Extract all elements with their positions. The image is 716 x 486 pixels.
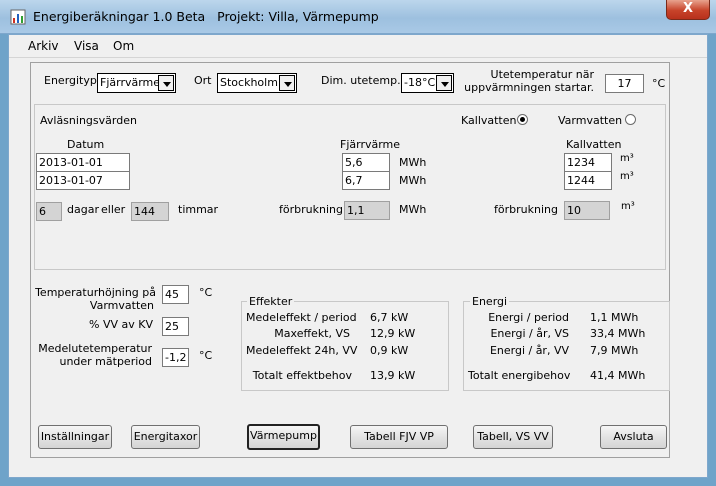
dim-utetemp-select[interactable]: -18°C xyxy=(401,73,454,93)
effekt-total-value: 13,9 kW xyxy=(370,369,416,382)
radio-kallvatten[interactable] xyxy=(517,114,528,125)
fjarrvarme-unit-1: MWh xyxy=(399,156,427,169)
datum-header: Datum xyxy=(67,138,105,151)
fjarrvarme-header: Fjärrvärme xyxy=(340,138,401,151)
fjv-forbrukning-unit: MWh xyxy=(399,203,427,216)
effekt-row-label: Medeleffekt / period xyxy=(246,311,357,324)
energi-row-value: 1,1 MWh xyxy=(590,311,639,324)
utetemp-label-line1: Utetemperatur när xyxy=(490,68,594,81)
energi-row-value: 33,4 MWh xyxy=(590,327,646,340)
kallvatten-unit-1: m³ xyxy=(620,153,634,164)
kv-forbrukning-unit: m³ xyxy=(621,201,635,212)
effekt-row-value: 6,7 kW xyxy=(370,311,409,324)
tabell-vs-vv-button[interactable]: Tabell, VS VV xyxy=(473,425,553,449)
hours-value: 144 xyxy=(131,202,169,221)
hours-label: timmar xyxy=(178,203,219,216)
menu-om[interactable]: Om xyxy=(113,39,134,53)
vv-input[interactable]: 25 xyxy=(162,317,189,336)
energi-row-value: 7,9 MWh xyxy=(590,344,639,357)
medel-input[interactable]: -1,2 xyxy=(162,348,189,367)
fjv-forbrukning-label: förbrukning xyxy=(279,203,343,216)
menu-visa[interactable]: Visa xyxy=(74,39,99,53)
medel-label-line2: under mätperiod xyxy=(59,355,152,368)
date-input-1[interactable]: 2013-01-01 xyxy=(36,153,130,172)
energi-row-label: Energi / år, VV xyxy=(489,344,569,357)
close-button[interactable]: X xyxy=(666,0,710,20)
energi-title: Energi xyxy=(470,295,510,308)
effekt-row-label: Medeleffekt 24h, VV xyxy=(246,344,358,357)
fjarrvarme-input-1[interactable]: 5,6 xyxy=(342,153,390,172)
effekt-row-value: 12,9 kW xyxy=(370,327,416,340)
energityp-label: Energityp xyxy=(44,74,97,87)
readings-title: Avläsningsvärden xyxy=(40,114,137,127)
radio-kallvatten-label: Kallvatten xyxy=(461,114,517,127)
days-label: dagar xyxy=(67,203,99,216)
energityp-value: Fjärrvärme xyxy=(100,76,161,89)
kv-forbrukning-value: 10 xyxy=(564,201,610,220)
radio-varmvatten-label: Varmvatten xyxy=(558,114,623,127)
chevron-down-icon[interactable] xyxy=(279,75,295,91)
energi-row-label: Energi / period xyxy=(488,311,569,324)
kallvatten-header: Kallvatten xyxy=(566,138,622,151)
temp-rise-unit: °C xyxy=(199,286,213,299)
kv-forbrukning-label: förbrukning xyxy=(494,203,558,216)
temp-rise-input[interactable]: 45 xyxy=(162,285,189,304)
date-input-2[interactable]: 2013-01-07 xyxy=(36,171,130,190)
medel-unit: °C xyxy=(199,349,213,362)
window-title: Energiberäkningar 1.0 Beta Projekt: Vill… xyxy=(33,9,379,24)
varmepump-button[interactable]: Värmepump xyxy=(247,424,320,450)
energi-row-label: Energi / år, VS xyxy=(490,327,569,340)
medel-label-line1: Medelutetemperatur xyxy=(38,342,152,355)
temp-rise-label-line1: Temperaturhöjning på xyxy=(35,286,156,299)
dim-utetemp-value: -18°C xyxy=(404,76,436,89)
dim-utetemp-label: Dim. utetemp. xyxy=(321,74,401,87)
eller-label: eller xyxy=(101,203,126,216)
energitaxor-button[interactable]: Energitaxor xyxy=(131,425,200,449)
chevron-down-icon[interactable] xyxy=(158,75,174,91)
effekt-row-value: 0,9 kW xyxy=(370,344,409,357)
app-icon xyxy=(10,9,26,25)
tabell-fjv-vp-button[interactable]: Tabell FJV VP xyxy=(350,425,448,449)
avsluta-button[interactable]: Avsluta xyxy=(600,425,667,449)
energi-total-value: 41,4 MWh xyxy=(590,369,646,382)
effekt-total-label: Totalt effektbehov xyxy=(252,369,352,382)
fjarrvarme-input-2[interactable]: 6,7 xyxy=(342,171,390,190)
fjv-forbrukning-value: 1,1 xyxy=(344,201,390,220)
utetemp-label-line2: uppvärmningen startar. xyxy=(464,81,594,94)
ort-select[interactable]: Stockholm xyxy=(217,73,297,93)
effekt-row-label: Maxeffekt, VS xyxy=(274,327,350,340)
vv-label: % VV av KV xyxy=(89,318,153,331)
ort-label: Ort xyxy=(194,74,212,87)
ort-value: Stockholm xyxy=(220,76,278,89)
kallvatten-input-2[interactable]: 1244 xyxy=(564,171,612,190)
utetemp-unit: °C xyxy=(652,77,666,90)
fjarrvarme-unit-2: MWh xyxy=(399,174,427,187)
radio-varmvatten[interactable] xyxy=(625,114,636,125)
menu-separator xyxy=(9,57,707,58)
utetemp-input[interactable]: 17 xyxy=(605,74,644,93)
chevron-down-icon[interactable] xyxy=(436,75,452,91)
installningar-button[interactable]: Inställningar xyxy=(38,425,112,449)
days-value: 6 xyxy=(36,202,62,221)
menu-arkiv[interactable]: Arkiv xyxy=(28,39,59,53)
energi-total-label: Totalt energibehov xyxy=(468,369,571,382)
energityp-select[interactable]: Fjärrvärme xyxy=(97,73,176,93)
kallvatten-unit-2: m³ xyxy=(620,171,634,182)
temp-rise-label-line2: Varmvatten xyxy=(89,299,154,312)
kallvatten-input-1[interactable]: 1234 xyxy=(564,153,612,172)
effekter-title: Effekter xyxy=(247,295,295,308)
